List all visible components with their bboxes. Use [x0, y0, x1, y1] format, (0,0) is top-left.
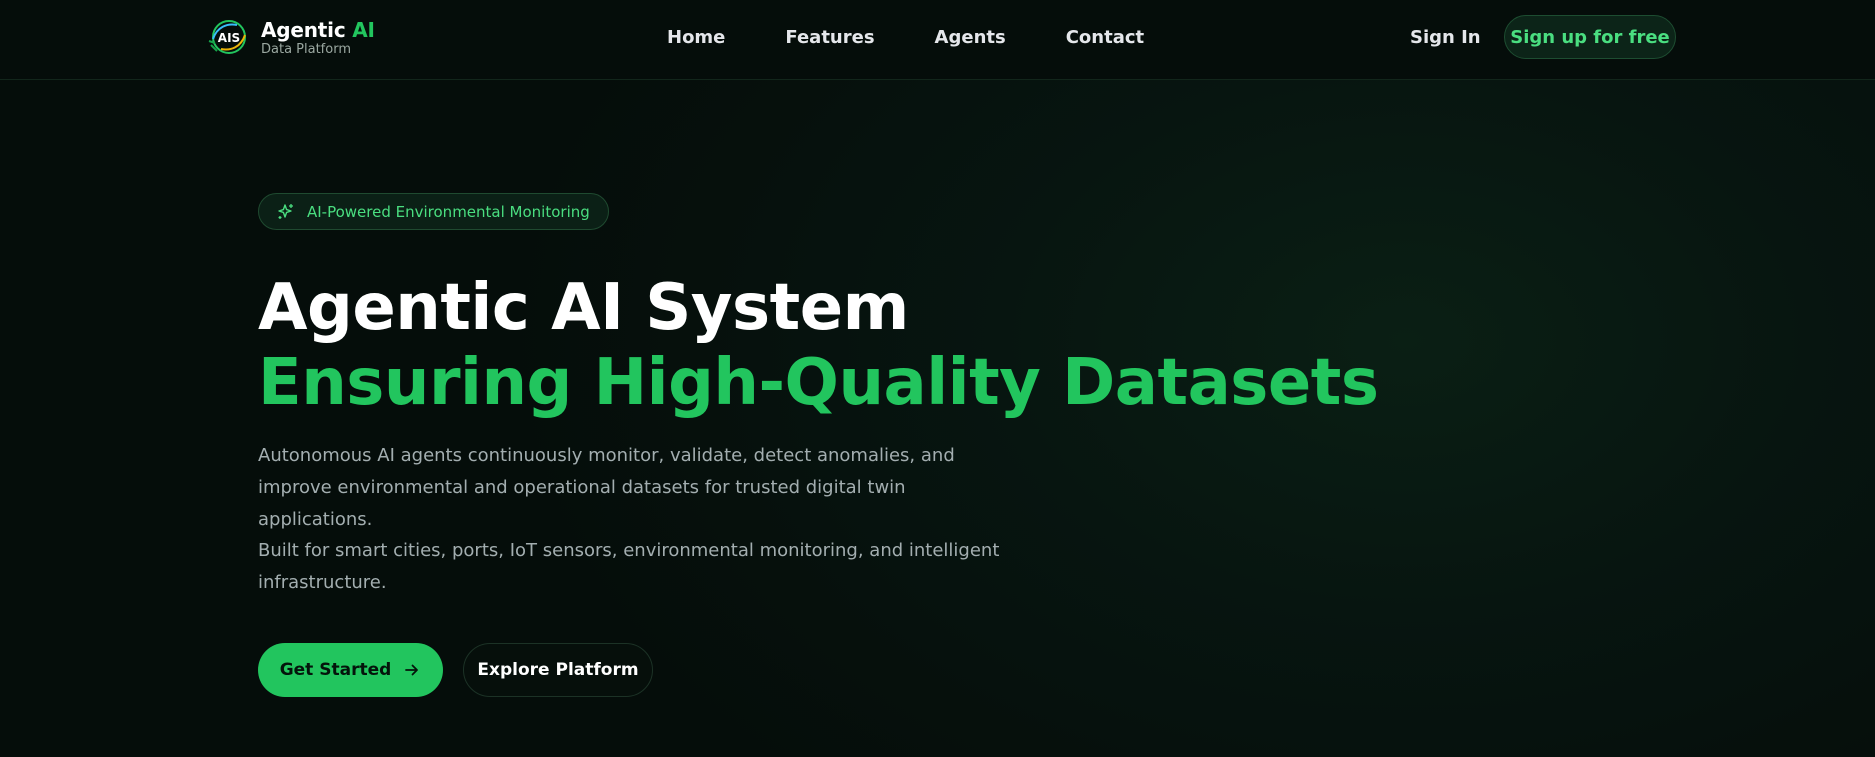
sparkles-icon: [278, 203, 293, 219]
hero-badge: AI-Powered Environmental Monitoring: [258, 193, 609, 230]
hero-description: Autonomous AI agents continuously monito…: [258, 445, 955, 530]
main-nav: Home Features Agents Contact: [667, 26, 1144, 50]
brand-subtitle: Data Platform: [261, 41, 351, 57]
sign-up-button[interactable]: Sign up for free: [1504, 15, 1676, 59]
hero-title: Agentic AI System: [258, 271, 909, 345]
get-started-label: Get Started: [279, 660, 392, 680]
brand-logo[interactable]: AIS Agentic AI Data Platform: [207, 17, 375, 57]
arrow-right-icon: [405, 664, 419, 676]
brand-title-main: Agentic: [261, 17, 346, 42]
logo-lettering: AIS: [218, 31, 240, 45]
hero-subdescription: Built for smart cities, ports, IoT senso…: [258, 540, 1000, 593]
nav-home[interactable]: Home: [667, 26, 725, 50]
explore-platform-button[interactable]: Explore Platform: [463, 643, 653, 697]
brand-title-accent: AI: [352, 17, 375, 42]
nav-agents[interactable]: Agents: [935, 26, 1006, 50]
navbar: AIS Agentic AI Data Platform Home Featur…: [0, 0, 1875, 80]
hero-badge-label: AI-Powered Environmental Monitoring: [307, 202, 590, 221]
brand-title: Agentic AI: [261, 18, 375, 42]
hero-title-accent: Ensuring High-Quality Datasets: [258, 346, 1379, 420]
leaf-globe-logo-icon: AIS: [208, 20, 246, 54]
get-started-button[interactable]: Get Started: [258, 643, 443, 697]
nav-contact[interactable]: Contact: [1066, 26, 1144, 50]
nav-features[interactable]: Features: [785, 26, 874, 50]
brand-text: Agentic AI Data Platform: [261, 18, 375, 57]
sign-in-link[interactable]: Sign In: [1410, 26, 1481, 50]
